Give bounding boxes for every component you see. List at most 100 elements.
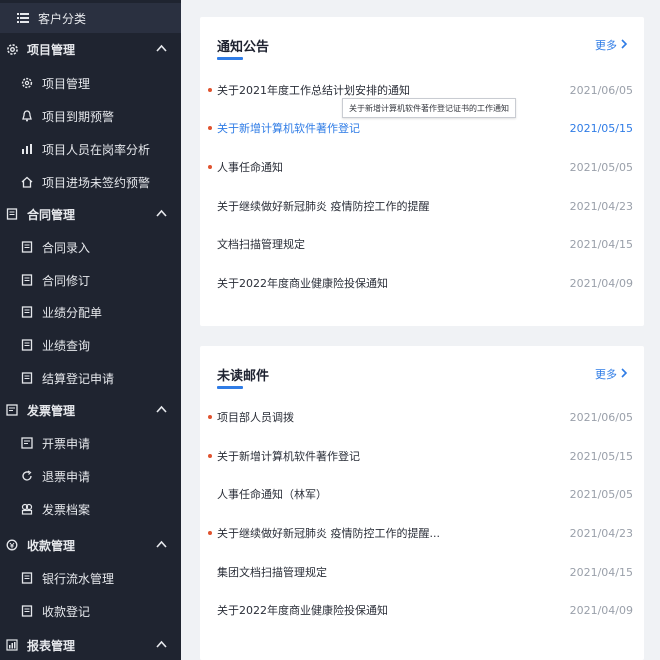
notice-item[interactable]: 关于新增计算机软件著作登记 2021/05/15 关于新增计算机软件著作登记证书… xyxy=(200,98,644,146)
mail-date: 2021/04/09 xyxy=(569,603,633,617)
sidebar-item-invoice-archive[interactable]: 发票档案 xyxy=(0,494,181,524)
sidebar-item-contract-entry[interactable]: 合同录入 xyxy=(0,232,181,262)
notice-date: 2021/04/23 xyxy=(569,199,633,213)
mail-more-link[interactable]: 更多 xyxy=(595,366,628,382)
mail-panel: 未读邮件 更多 项目部人员调拨 2021/06/05 关于新增计算机软件著作登记… xyxy=(200,346,644,660)
sidebar-item-label: 开票申请 xyxy=(42,436,91,451)
notice-tooltip: 关于新增计算机软件著作登记证书的工作通知 xyxy=(342,98,516,118)
sidebar-item-bank-statement[interactable]: 银行流水管理 xyxy=(0,563,181,593)
notice-title: 关于继续做好新冠肺炎 疫情防控工作的提醒 xyxy=(217,200,430,213)
archive-icon xyxy=(20,502,34,516)
sidebar-item-refund-application[interactable]: 退票申请 xyxy=(0,461,181,491)
sidebar-item-label: 发票档案 xyxy=(42,502,91,517)
sidebar-item-label: 业绩分配单 xyxy=(42,305,103,320)
mail-item[interactable]: 项目部人员调拨 2021/06/05 xyxy=(200,399,644,435)
chevron-right-icon xyxy=(620,38,628,52)
mail-title: 人事任命通知（林军） xyxy=(217,488,327,501)
title-underline xyxy=(217,57,243,60)
mail-title: 关于新增计算机软件著作登记 xyxy=(217,450,360,463)
unread-dot xyxy=(208,454,212,458)
notice-title: 关于2021年度工作总结计划安排的通知 xyxy=(217,84,410,97)
mail-item[interactable]: 关于新增计算机软件著作登记 2021/05/15 xyxy=(200,438,644,474)
document-icon xyxy=(20,571,34,585)
sidebar-item-label: 退票申请 xyxy=(42,469,91,484)
unread-dot xyxy=(208,531,212,535)
notice-item[interactable]: 关于2022年度商业健康险投保通知 2021/04/09 xyxy=(200,265,644,301)
document-icon xyxy=(20,604,34,618)
document-icon xyxy=(20,338,34,352)
chevron-up-icon xyxy=(156,639,167,653)
sidebar-group-label: 项目管理 xyxy=(27,42,76,57)
sidebar-group-label: 报表管理 xyxy=(27,638,76,653)
notice-date: 2021/04/09 xyxy=(569,276,633,290)
mail-date: 2021/06/05 xyxy=(569,410,633,424)
sidebar-group-contract[interactable]: 合同管理 xyxy=(0,199,181,229)
mail-item[interactable]: 关于2022年度商业健康险投保通知 2021/04/09 xyxy=(200,592,644,628)
sidebar-group-label: 收款管理 xyxy=(27,538,76,553)
sidebar-item-label: 客户分类 xyxy=(38,11,87,26)
mail-item[interactable]: 人事任命通知（林军） 2021/05/05 xyxy=(200,476,644,512)
sidebar-item-label: 项目到期预警 xyxy=(42,109,115,124)
mail-date: 2021/05/15 xyxy=(569,449,633,463)
sidebar-item-payment-registration[interactable]: 收款登记 xyxy=(0,596,181,626)
chart-icon xyxy=(5,638,19,652)
sidebar-item-unsigned-warning[interactable]: 项目进场未签约预警 xyxy=(0,167,181,197)
home-icon xyxy=(20,175,34,189)
unread-dot xyxy=(208,415,212,419)
more-label: 更多 xyxy=(595,368,617,381)
sidebar: 客户分类 项目管理 项目管理 项目到期预警 项目人员在岗率分析 项目进场未签约预… xyxy=(0,0,181,660)
sidebar-item-label: 合同修订 xyxy=(42,273,91,288)
notice-date: 2021/04/15 xyxy=(569,237,633,251)
sidebar-item-label: 收款登记 xyxy=(42,604,91,619)
mail-item[interactable]: 集团文档扫描管理规定 2021/04/15 xyxy=(200,554,644,590)
sidebar-item-staff-onduty-analysis[interactable]: 项目人员在岗率分析 xyxy=(0,134,181,164)
notice-title: 文档扫描管理规定 xyxy=(217,238,305,251)
more-label: 更多 xyxy=(595,39,617,52)
sidebar-item-project-management[interactable]: 项目管理 xyxy=(0,68,181,98)
bell-icon xyxy=(20,109,34,123)
sidebar-item-contract-revision[interactable]: 合同修订 xyxy=(0,265,181,295)
sidebar-group-label: 发票管理 xyxy=(27,403,76,418)
sidebar-item-label: 银行流水管理 xyxy=(42,571,115,586)
mail-date: 2021/05/05 xyxy=(569,487,633,501)
sidebar-group-invoice[interactable]: 发票管理 xyxy=(0,395,181,425)
chart-icon xyxy=(20,142,34,156)
mail-title: 项目部人员调拨 xyxy=(217,411,294,424)
sidebar-item-label: 项目人员在岗率分析 xyxy=(42,142,151,157)
sidebar-group-payment[interactable]: 收款管理 xyxy=(0,530,181,560)
sidebar-group-report[interactable]: 报表管理 xyxy=(0,630,181,660)
sidebar-item-invoice-application[interactable]: 开票申请 xyxy=(0,428,181,458)
coin-icon xyxy=(5,538,19,552)
notice-more-link[interactable]: 更多 xyxy=(595,37,628,53)
sidebar-group-label: 合同管理 xyxy=(27,207,76,222)
sidebar-item-project-expiry-warning[interactable]: 项目到期预警 xyxy=(0,101,181,131)
mail-title: 关于继续做好新冠肺炎 疫情防控工作的提醒... xyxy=(217,527,440,540)
sidebar-group-project[interactable]: 项目管理 xyxy=(0,34,181,64)
sidebar-item-label: 结算登记申请 xyxy=(42,371,115,386)
document-icon xyxy=(20,371,34,385)
notice-date: 2021/06/05 xyxy=(569,83,633,97)
sidebar-item-settlement-application[interactable]: 结算登记申请 xyxy=(0,363,181,393)
document-icon xyxy=(20,240,34,254)
mail-panel-title: 未读邮件 xyxy=(217,369,270,384)
document-icon xyxy=(20,305,34,319)
notice-item[interactable]: 人事任命通知 2021/05/05 xyxy=(200,149,644,185)
sidebar-item-customer-category[interactable]: 客户分类 xyxy=(0,3,181,33)
list-icon xyxy=(16,11,30,25)
mail-date: 2021/04/15 xyxy=(569,565,633,579)
notice-title: 关于新增计算机软件著作登记 xyxy=(217,122,360,135)
invoice-icon xyxy=(5,403,19,417)
chevron-up-icon xyxy=(156,404,167,418)
notice-item[interactable]: 文档扫描管理规定 2021/04/15 xyxy=(200,226,644,262)
title-underline xyxy=(217,386,243,389)
chevron-up-icon xyxy=(156,539,167,553)
mail-title: 集团文档扫描管理规定 xyxy=(217,566,327,579)
notice-date: 2021/05/05 xyxy=(569,160,633,174)
mail-date: 2021/04/23 xyxy=(569,526,633,540)
mail-item[interactable]: 关于继续做好新冠肺炎 疫情防控工作的提醒... 2021/04/23 xyxy=(200,515,644,551)
chevron-up-icon xyxy=(156,43,167,57)
sidebar-item-performance-query[interactable]: 业绩查询 xyxy=(0,330,181,360)
sidebar-item-label: 项目管理 xyxy=(42,76,91,91)
sidebar-item-performance-allocation[interactable]: 业绩分配单 xyxy=(0,297,181,327)
notice-item[interactable]: 关于继续做好新冠肺炎 疫情防控工作的提醒 2021/04/23 xyxy=(200,188,644,224)
